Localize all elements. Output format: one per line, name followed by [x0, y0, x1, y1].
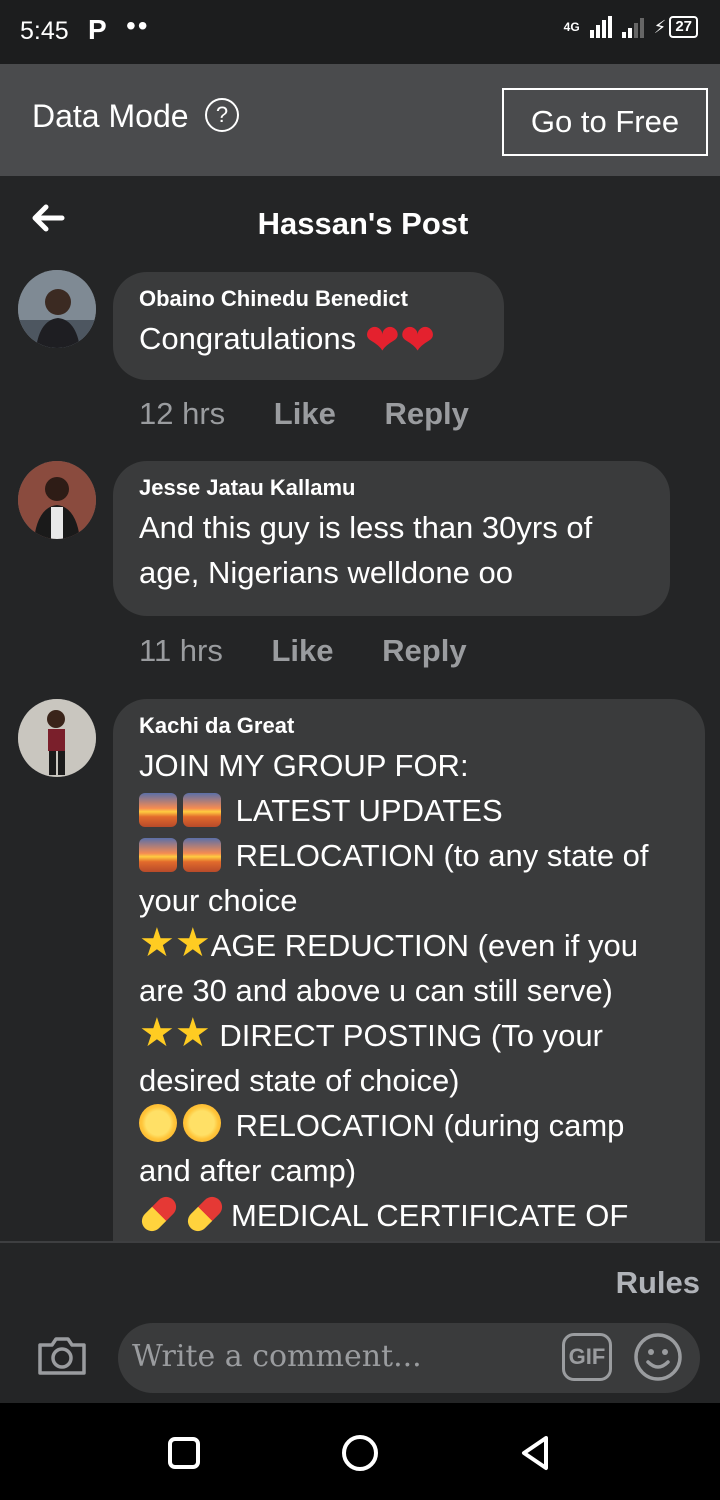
data-mode-label: Data Mode — [32, 98, 189, 134]
emoji-smile-icon[interactable] — [632, 1331, 684, 1383]
comment-text: And this guy is less than 30yrs of age, … — [139, 505, 644, 595]
pill-emoji-icon — [183, 1192, 227, 1236]
comment-line-text: DIRECT POSTING (To your — [219, 1018, 603, 1053]
sunset-emoji-icon — [183, 793, 221, 827]
go-to-free-button[interactable]: Go to Free — [502, 88, 708, 156]
status-bar: 5:45 P •• 4G ⚡ 27 — [0, 0, 720, 64]
reply-button[interactable]: Reply — [384, 396, 468, 431]
rules-link[interactable]: Rules — [616, 1265, 700, 1301]
comment-author[interactable]: Jesse Jatau Kallamu — [139, 475, 644, 501]
pill-emoji-icon — [137, 1192, 181, 1236]
comment-line: ★★ DIRECT POSTING (To your — [139, 1013, 679, 1058]
battery-icon: ⚡ 27 — [654, 16, 698, 38]
sunset-emoji-icon — [139, 793, 177, 827]
back-nav-icon[interactable] — [516, 1433, 556, 1473]
system-navigation-bar — [0, 1403, 720, 1500]
star-emoji-icon: ★ — [139, 1011, 175, 1055]
avatar[interactable] — [18, 270, 96, 348]
comment-line-text: RELOCATION (during camp — [235, 1108, 625, 1143]
more-notifications-icon: •• — [126, 10, 150, 41]
status-time: 5:45 — [20, 17, 69, 45]
comment-line: RELOCATION (to any state of — [139, 833, 679, 878]
signal-strength-icon — [589, 16, 612, 38]
avatar[interactable] — [18, 461, 96, 539]
comment-line: your choice — [139, 883, 298, 918]
like-button[interactable]: Like — [274, 396, 336, 431]
notification-app-icon: P — [88, 14, 107, 45]
sunset-emoji-icon — [139, 838, 177, 872]
data-mode-bar: Data Mode ? Go to Free — [0, 64, 720, 176]
like-button[interactable]: Like — [271, 633, 333, 668]
network-type-icon: 4G — [563, 19, 580, 34]
sunset-emoji-icon — [183, 838, 221, 872]
comment-timestamp: 11 hrs — [139, 633, 223, 668]
comment-input[interactable]: Write a comment... GIF — [118, 1323, 700, 1393]
comment-line: are 30 and above u can still serve) — [139, 973, 613, 1008]
help-icon[interactable]: ? — [205, 98, 239, 132]
comment-line: Congratulations — [139, 321, 357, 356]
sun-face-emoji-icon — [139, 1104, 177, 1142]
signal-strength-secondary-icon — [621, 16, 644, 38]
reply-button[interactable]: Reply — [382, 633, 466, 668]
comment-line: ★★AGE REDUCTION (even if you — [139, 923, 679, 968]
comment-text: Congratulations ❤❤ — [139, 316, 478, 361]
comment-meta: 12 hrs Like Reply — [139, 396, 469, 432]
comment-line: desired state of choice) — [139, 1063, 460, 1098]
comment-author[interactable]: Kachi da Great — [139, 713, 679, 739]
comment-line: age, Nigerians welldone oo — [139, 555, 513, 590]
battery-level: 27 — [669, 16, 698, 38]
star-emoji-icon: ★ — [174, 921, 211, 965]
page-title: Hassan's Post — [257, 206, 469, 241]
comment-line: MEDICAL CERTIFICATE OF — [137, 1192, 679, 1238]
avatar[interactable] — [18, 699, 96, 777]
heart-emoji-icon: ❤ — [399, 316, 436, 363]
comment-meta: 11 hrs Like Reply — [139, 633, 467, 669]
comment-line: JOIN MY GROUP FOR: — [139, 748, 469, 783]
home-icon[interactable] — [340, 1433, 380, 1473]
comment-timestamp: 12 hrs — [139, 396, 226, 431]
comment-line: LATEST UPDATES — [139, 788, 679, 833]
comment-bubble[interactable]: Kachi da Great JOIN MY GROUP FOR: LATEST… — [113, 699, 705, 1259]
comment-line: And this guy is less than 30yrs of — [139, 510, 593, 545]
comment-author[interactable]: Obaino Chinedu Benedict — [139, 286, 478, 312]
star-emoji-icon: ★ — [139, 921, 175, 965]
comment-bubble[interactable]: Obaino Chinedu Benedict Congratulations … — [113, 272, 504, 380]
charging-bolt-icon: ⚡ — [653, 16, 667, 37]
recent-apps-icon[interactable] — [164, 1433, 204, 1473]
comment-line-text: LATEST UPDATES — [235, 793, 503, 828]
comment-line-text: MEDICAL CERTIFICATE OF — [231, 1198, 629, 1233]
comment-input-placeholder: Write a comment... — [132, 1339, 422, 1374]
comment-line: and after camp) — [139, 1153, 357, 1188]
comment-line: RELOCATION (during camp — [139, 1103, 679, 1148]
comment-line-text: RELOCATION (to any state of — [235, 838, 649, 873]
post-header: Hassan's Post — [0, 176, 720, 266]
comment-bubble[interactable]: Jesse Jatau Kallamu And this guy is less… — [113, 461, 670, 616]
sun-face-emoji-icon — [183, 1104, 221, 1142]
camera-icon[interactable] — [36, 1333, 88, 1377]
comment-text: JOIN MY GROUP FOR: LATEST UPDATES RELOCA… — [137, 743, 679, 1238]
gif-button[interactable]: GIF — [562, 1333, 612, 1381]
comment-line-text: AGE REDUCTION (even if you — [210, 928, 638, 963]
star-emoji-icon: ★ — [174, 1011, 211, 1055]
comment-composer: Rules Write a comment... GIF — [0, 1243, 720, 1403]
heart-emoji-icon: ❤ — [364, 316, 400, 363]
